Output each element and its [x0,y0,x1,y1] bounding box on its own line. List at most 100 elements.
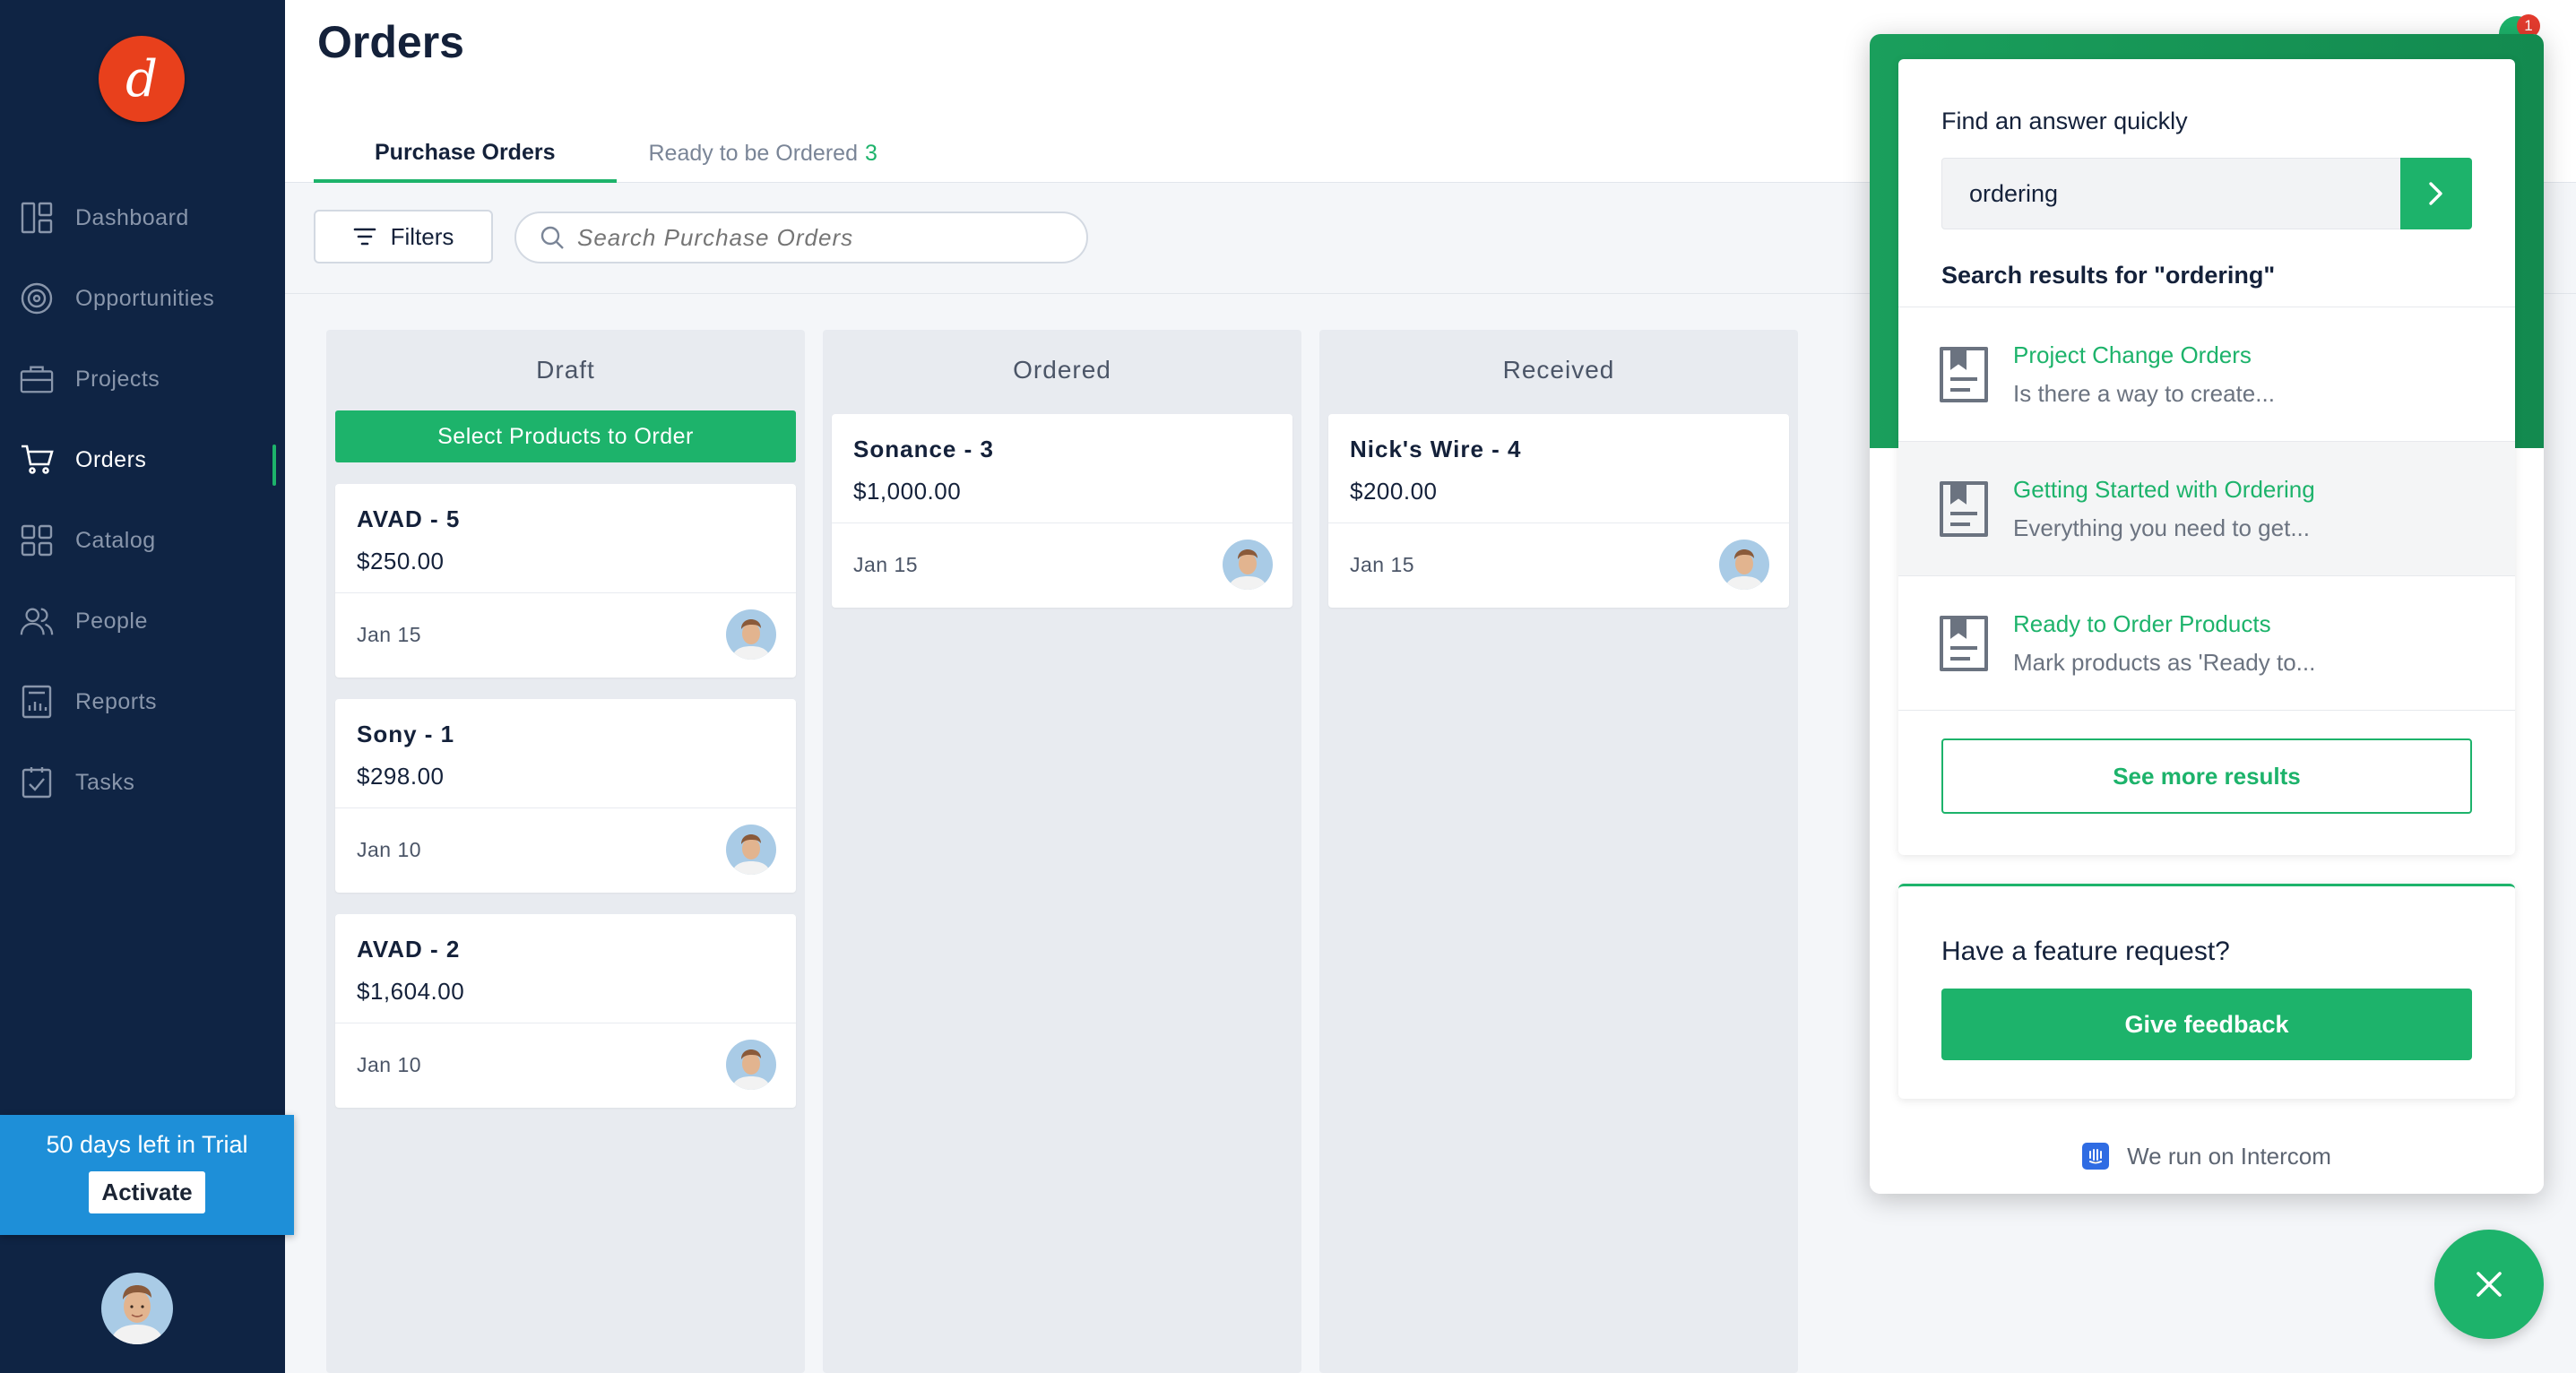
card-footer: Jan 10 [335,808,796,891]
search-bar[interactable] [514,212,1088,263]
feature-request-prompt: Have a feature request? [1941,937,2230,966]
sidebar-item-catalog[interactable]: Catalog [0,500,285,581]
intercom-logo-icon [2082,1143,2110,1170]
filter-icon [353,227,376,246]
order-amount: $1,000.00 [853,478,962,505]
sidebar-item-people[interactable]: People [0,581,285,661]
sidebar-item-tasks[interactable]: Tasks [0,742,285,823]
order-amount: $298.00 [357,763,445,790]
report-icon [20,685,54,719]
filters-button[interactable]: Filters [314,210,493,263]
order-card[interactable]: AVAD - 5 $250.00 Jan 15 [335,484,796,678]
column-title: Draft [536,356,595,384]
order-amount: $200.00 [1350,478,1438,505]
search-result-item[interactable]: Getting Started with Ordering Everything… [1898,441,2515,575]
tab-count: 3 [864,140,877,166]
activate-button[interactable]: Activate [89,1171,205,1213]
order-card[interactable]: Nick's Wire - 4 $200.00 Jan 15 [1328,414,1789,608]
card-body: Sonance - 3 $1,000.00 [832,414,1292,523]
people-icon [20,604,54,638]
messenger-close-button[interactable] [2434,1230,2544,1339]
search-results-list: Project Change Orders Is there a way to … [1898,307,2515,711]
assignee-avatar [726,609,776,660]
trial-text: 50 days left in Trial [46,1131,248,1158]
tab-ready-to-be-ordered[interactable]: Ready to be Ordered 3 [617,125,910,181]
card-body: Sony - 1 $298.00 [335,699,796,808]
column-ordered: Ordered Sonance - 3 $1,000.00 Jan 15 [823,330,1301,1373]
order-date: Jan 10 [357,1052,422,1076]
article-icon [1938,345,1990,404]
result-snippet: Is there a way to create... [2013,379,2275,407]
app-logo[interactable]: d [99,36,185,122]
card-body: Nick's Wire - 4 $200.00 [1328,414,1789,523]
search-icon [540,225,565,250]
column-title: Received [1502,356,1615,384]
result-snippet: Everything you need to get... [2013,514,2310,541]
order-card[interactable]: Sony - 1 $298.00 Jan 10 [335,699,796,893]
sidebar-item-label: Dashboard [75,204,189,230]
order-date: Jan 10 [357,837,422,861]
assignee-avatar [726,1040,776,1090]
card-footer: Jan 15 [335,593,796,676]
column-received: Received Nick's Wire - 4 $200.00 Jan 15 [1319,330,1798,1373]
sidebar-item-label: Opportunities [75,285,215,311]
sidebar-item-reports[interactable]: Reports [0,661,285,742]
help-search-card: Find an answer quickly Search results fo… [1898,59,2515,855]
help-search-input[interactable] [1942,159,2400,229]
sidebar-item-dashboard[interactable]: Dashboard [0,177,285,258]
search-result-item[interactable]: Project Change Orders Is there a way to … [1898,307,2515,441]
list-divider [1898,710,2515,711]
order-amount: $1,604.00 [357,978,465,1005]
page-title: Orders [317,17,464,67]
cart-icon [20,443,54,477]
tab-label: Ready to be Ordered [648,140,858,166]
trial-banner: 50 days left in Trial Activate [0,1115,294,1235]
order-name: Sonance - 3 [853,436,994,462]
find-answer-label: Find an answer quickly [1941,108,2188,134]
logo-letter: d [125,49,158,108]
sidebar-item-opportunities[interactable]: Opportunities [0,258,285,339]
intercom-footer-text: We run on Intercom [2127,1142,2331,1170]
help-search-bar [1941,158,2472,229]
assignee-avatar [1719,540,1769,590]
sidebar-item-orders[interactable]: Orders [0,419,285,500]
search-input[interactable] [577,223,1079,252]
assignee-avatar [1223,540,1273,590]
article-icon [1938,614,1990,673]
order-name: AVAD - 2 [357,936,461,963]
give-feedback-button[interactable]: Give feedback [1941,989,2472,1060]
feature-request-card: Have a feature request? Give feedback [1898,884,2515,1099]
article-icon [1938,479,1990,539]
order-card[interactable]: Sonance - 3 $1,000.00 Jan 15 [832,414,1292,608]
order-name: AVAD - 5 [357,505,461,532]
grid-icon [20,523,54,557]
column-title: Ordered [1013,356,1111,384]
close-icon [2477,1272,2502,1297]
tab-purchase-orders[interactable]: Purchase Orders [314,125,617,183]
filters-label: Filters [390,222,454,250]
sidebar-nav: Dashboard Opportunities Projects Orders … [0,177,285,823]
sidebar-item-label: Tasks [75,769,135,795]
checklist-icon [20,765,54,799]
sidebar-item-label: People [75,608,148,634]
card-body: AVAD - 5 $250.00 [335,484,796,593]
order-date: Jan 15 [357,622,422,646]
order-card[interactable]: AVAD - 2 $1,604.00 Jan 10 [335,914,796,1108]
search-result-item[interactable]: Ready to Order Products Mark products as… [1898,575,2515,710]
column-draft: Draft Select Products to Order AVAD - 5 … [326,330,805,1373]
see-more-results-button[interactable]: See more results [1941,738,2472,814]
sidebar-item-projects[interactable]: Projects [0,339,285,419]
card-footer: Jan 15 [832,523,1292,606]
intercom-footer[interactable]: We run on Intercom [1870,1118,2544,1194]
select-products-button[interactable]: Select Products to Order [335,410,796,462]
order-date: Jan 15 [853,552,919,576]
order-date: Jan 15 [1350,552,1415,576]
sidebar-item-label: Catalog [75,527,156,553]
tab-label: Purchase Orders [375,139,556,165]
help-search-submit-button[interactable] [2400,158,2472,229]
result-title: Project Change Orders [2013,341,2252,368]
briefcase-icon [20,362,54,396]
search-results-title: Search results for "ordering" [1941,262,2276,289]
dashboard-icon [20,201,54,235]
user-avatar[interactable] [101,1273,173,1344]
